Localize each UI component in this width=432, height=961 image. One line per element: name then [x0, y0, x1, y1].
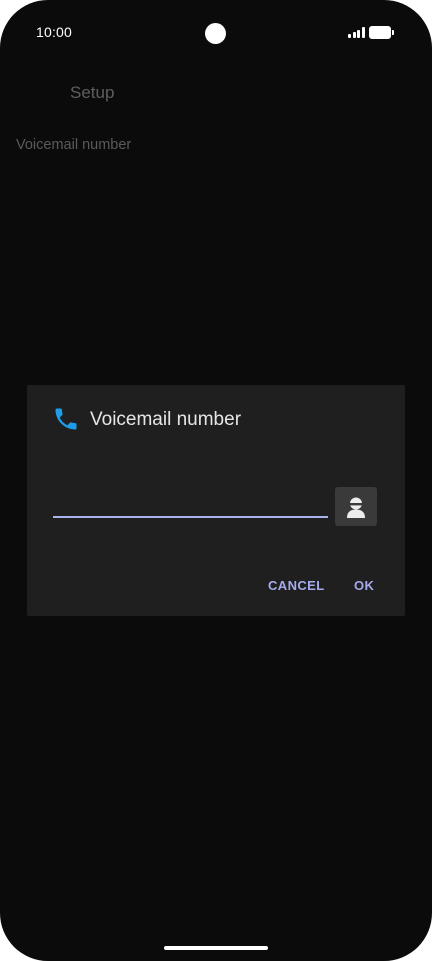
contact-person-icon [347, 497, 365, 518]
status-bar: 10:00 [0, 0, 432, 64]
home-indicator[interactable] [164, 946, 268, 950]
dialog-title: Voicemail number [90, 409, 242, 430]
phone-icon [55, 408, 77, 430]
voicemail-number-setting[interactable]: Voicemail number [16, 137, 131, 153]
camera-cutout [205, 23, 226, 44]
ok-button[interactable]: OK [354, 578, 374, 593]
signal-bars-icon [348, 27, 365, 38]
cancel-button[interactable]: CANCEL [268, 578, 325, 593]
status-time: 10:00 [36, 24, 73, 40]
screen-title: Setup [70, 83, 115, 102]
battery-icon [369, 26, 395, 39]
contact-picker-button[interactable] [335, 487, 377, 526]
phone-screen: 10:00 Setup Voicemail number Voicemail n… [0, 0, 432, 961]
voicemail-number-input[interactable] [53, 488, 328, 518]
voicemail-number-dialog: Voicemail number CANCEL OK [27, 385, 405, 616]
